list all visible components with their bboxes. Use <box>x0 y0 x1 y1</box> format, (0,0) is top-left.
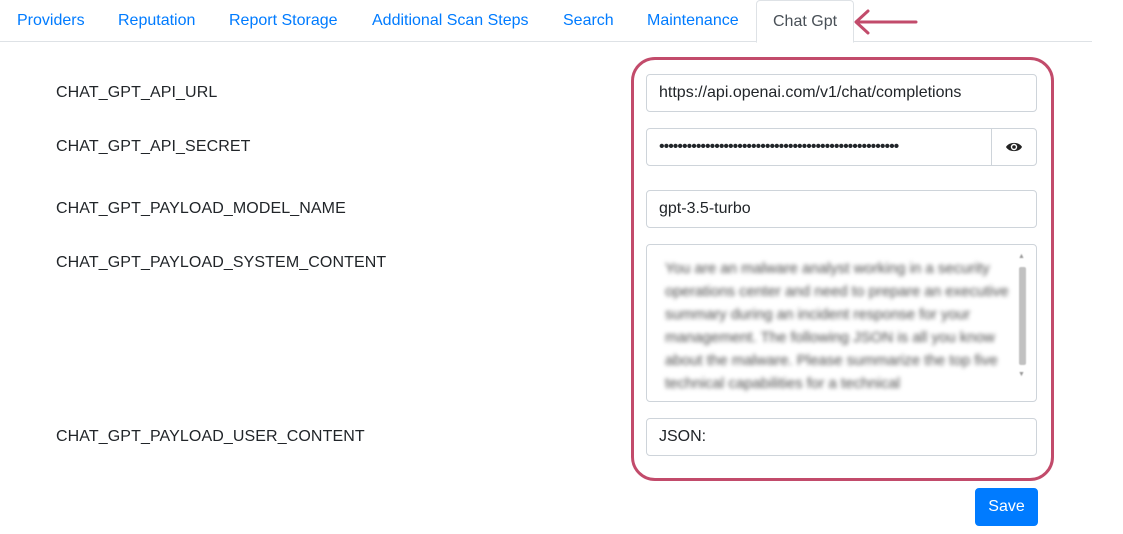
annotation-arrow-icon <box>854 9 918 35</box>
user-content-label: CHAT_GPT_PAYLOAD_USER_CONTENT <box>56 428 365 445</box>
user-content-input[interactable] <box>646 418 1037 456</box>
tab-providers[interactable]: Providers <box>17 0 85 42</box>
tab-report-storage[interactable]: Report Storage <box>229 0 338 42</box>
toggle-secret-visibility-button[interactable] <box>991 128 1037 166</box>
eye-icon <box>1006 142 1022 152</box>
tab-search[interactable]: Search <box>563 0 614 42</box>
api-url-label: CHAT_GPT_API_URL <box>56 84 218 101</box>
scroll-down-icon[interactable]: ▼ <box>1018 371 1025 378</box>
api-secret-label: CHAT_GPT_API_SECRET <box>56 138 251 155</box>
model-name-input[interactable] <box>646 190 1037 228</box>
api-secret-input[interactable] <box>646 128 992 166</box>
textarea-scrollbar[interactable]: ▲ ▼ <box>1016 253 1028 399</box>
model-name-label: CHAT_GPT_PAYLOAD_MODEL_NAME <box>56 200 346 217</box>
api-secret-group <box>646 128 1037 166</box>
tab-chat-gpt[interactable]: Chat Gpt <box>756 0 855 43</box>
system-content-textarea[interactable]: You are an malware analyst working in a … <box>646 244 1037 402</box>
scrollbar-thumb[interactable] <box>1019 267 1026 365</box>
save-button[interactable]: Save <box>975 488 1038 526</box>
tab-maintenance[interactable]: Maintenance <box>647 0 739 42</box>
tab-additional-scan-steps[interactable]: Additional Scan Steps <box>372 0 529 42</box>
tab-reputation[interactable]: Reputation <box>118 0 195 42</box>
api-url-input[interactable] <box>646 74 1037 112</box>
settings-tabs: Providers Reputation Report Storage Addi… <box>0 0 1092 43</box>
system-content-text: You are an malware analyst working in a … <box>665 260 1009 392</box>
system-content-label: CHAT_GPT_PAYLOAD_SYSTEM_CONTENT <box>56 254 387 271</box>
scroll-up-icon[interactable]: ▲ <box>1018 253 1025 260</box>
